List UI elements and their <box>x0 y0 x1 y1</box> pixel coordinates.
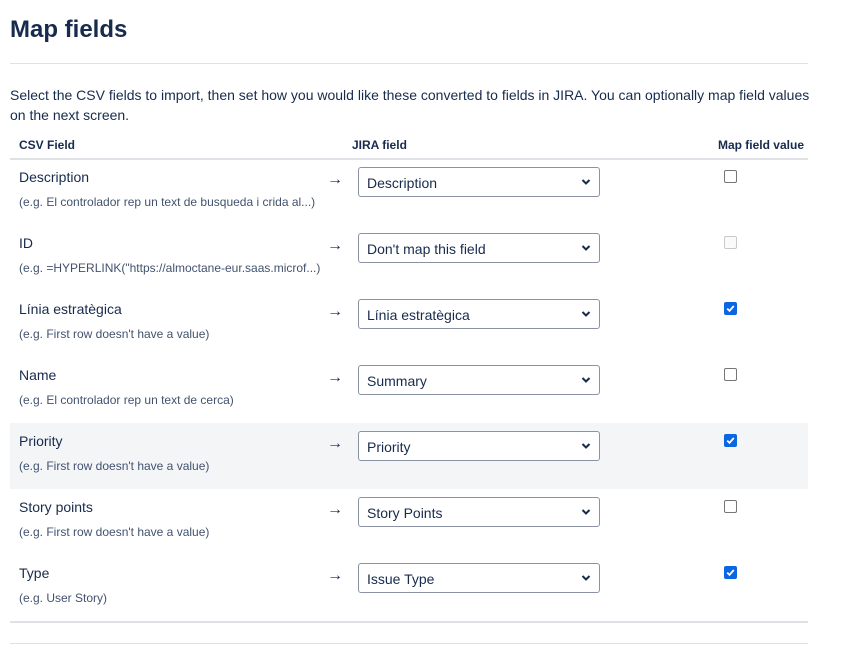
csv-field-example: (e.g. User Story) <box>19 591 108 605</box>
table-row: Description (e.g. El controlador rep un … <box>10 159 808 225</box>
check-icon <box>726 569 735 577</box>
chevron-down-icon <box>581 179 591 185</box>
footer-divider <box>10 643 808 644</box>
chevron-down-icon <box>581 245 591 251</box>
csv-field-name: Type <box>19 565 50 581</box>
chevron-down-icon <box>581 575 591 581</box>
arrow-icon: → <box>327 435 343 452</box>
check-icon <box>726 437 735 445</box>
arrow-icon: → <box>327 369 343 386</box>
map-field-value-checkbox[interactable] <box>724 368 737 381</box>
table-row: Línia estratègica (e.g. First row doesn'… <box>10 291 808 357</box>
jira-field-selected-value: Don't map this field <box>367 241 486 257</box>
jira-field-select[interactable]: Issue Type <box>358 563 600 593</box>
csv-field-name: Description <box>19 169 90 185</box>
csv-field-name: Priority <box>19 433 63 449</box>
check-icon <box>726 305 735 313</box>
table-header: CSV Field JIRA field Map field value <box>10 136 808 160</box>
csv-field-example: (e.g. First row doesn't have a value) <box>19 459 210 473</box>
csv-field-example: (e.g. First row doesn't have a value) <box>19 525 210 539</box>
arrow-icon: → <box>327 237 343 254</box>
jira-field-selected-value: Priority <box>367 439 411 455</box>
jira-field-select[interactable]: Línia estratègica <box>358 299 600 329</box>
arrow-icon: → <box>327 303 343 320</box>
map-field-value-checkbox <box>724 236 737 249</box>
jira-field-select[interactable]: Description <box>358 167 600 197</box>
jira-field-selected-value: Línia estratègica <box>367 307 470 323</box>
intro-text: Select the CSV fields to import, then se… <box>10 87 810 123</box>
table-row: Story points (e.g. First row doesn't hav… <box>10 489 808 555</box>
header-csv-field: CSV Field <box>19 138 76 152</box>
chevron-down-icon <box>581 377 591 383</box>
header-jira-field: JIRA field <box>352 138 407 152</box>
header-map-field-value: Map field value <box>717 138 804 152</box>
chevron-down-icon <box>581 443 591 449</box>
table-footer-divider <box>10 621 808 623</box>
jira-field-selected-value: Description <box>367 175 438 191</box>
csv-field-name: Línia estratègica <box>19 301 122 317</box>
chevron-down-icon <box>581 311 591 317</box>
csv-field-example: (e.g. El controlador rep un text de cerc… <box>19 393 234 407</box>
jira-field-selected-value: Summary <box>367 373 427 389</box>
csv-field-name: ID <box>19 235 33 251</box>
title-divider <box>10 63 808 64</box>
jira-field-selected-value: Issue Type <box>367 571 435 587</box>
csv-field-example: (e.g. El controlador rep un text de busq… <box>19 195 316 209</box>
jira-field-select[interactable]: Don't map this field <box>358 233 600 263</box>
field-mapping-table: Description (e.g. El controlador rep un … <box>10 159 808 621</box>
map-field-value-checkbox[interactable] <box>724 434 737 447</box>
csv-field-name: Name <box>19 367 57 383</box>
arrow-icon: → <box>327 567 343 584</box>
map-field-value-checkbox[interactable] <box>724 302 737 315</box>
table-row: ID (e.g. =HYPERLINK("https://almoctane-e… <box>10 225 808 291</box>
csv-field-name: Story points <box>19 499 93 515</box>
arrow-icon: → <box>327 171 343 188</box>
jira-field-select[interactable]: Summary <box>358 365 600 395</box>
page-title: Map fields <box>10 16 128 43</box>
map-field-value-checkbox[interactable] <box>724 500 737 513</box>
jira-field-select[interactable]: Story Points <box>358 497 600 527</box>
table-row: Priority (e.g. First row doesn't have a … <box>10 423 808 489</box>
table-row: Name (e.g. El controlador rep un text de… <box>10 357 808 423</box>
jira-field-select[interactable]: Priority <box>358 431 600 461</box>
chevron-down-icon <box>581 509 591 515</box>
map-field-value-checkbox[interactable] <box>724 566 737 579</box>
jira-field-selected-value: Story Points <box>367 505 443 521</box>
table-row: Type (e.g. User Story) → Issue Type <box>10 555 808 621</box>
map-field-value-checkbox[interactable] <box>724 170 737 183</box>
arrow-icon: → <box>327 501 343 518</box>
csv-field-example: (e.g. =HYPERLINK("https://almoctane-eur.… <box>19 261 321 275</box>
csv-field-example: (e.g. First row doesn't have a value) <box>19 327 210 341</box>
